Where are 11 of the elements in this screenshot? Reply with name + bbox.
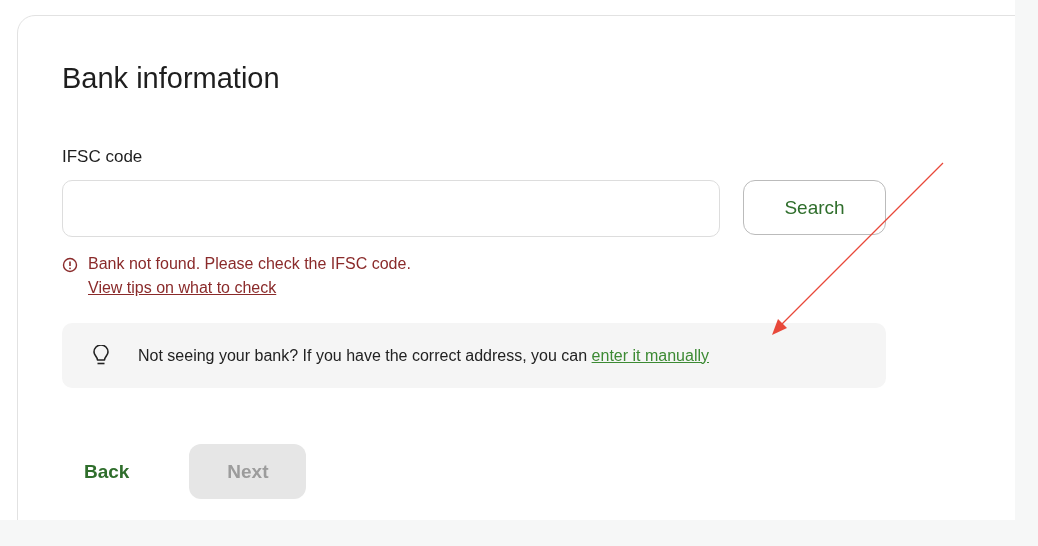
back-button[interactable]: Back bbox=[72, 444, 142, 499]
tips-link[interactable]: View tips on what to check bbox=[88, 279, 411, 297]
page-title: Bank information bbox=[62, 62, 281, 95]
input-field[interactable] bbox=[62, 180, 720, 237]
error-message: Bank not found. Please check the IFSC code. bbox=[88, 255, 411, 273]
error-icon bbox=[62, 257, 78, 273]
manual-entry-link[interactable]: enter it manually bbox=[591, 346, 709, 364]
search-button[interactable]: Search bbox=[743, 180, 886, 235]
field-label: IFSC code bbox=[62, 147, 144, 167]
lightbulb-icon bbox=[92, 344, 110, 367]
tip-text: Not seeing your bank? If you have the correct address, you can enter it manually bbox=[138, 346, 709, 365]
